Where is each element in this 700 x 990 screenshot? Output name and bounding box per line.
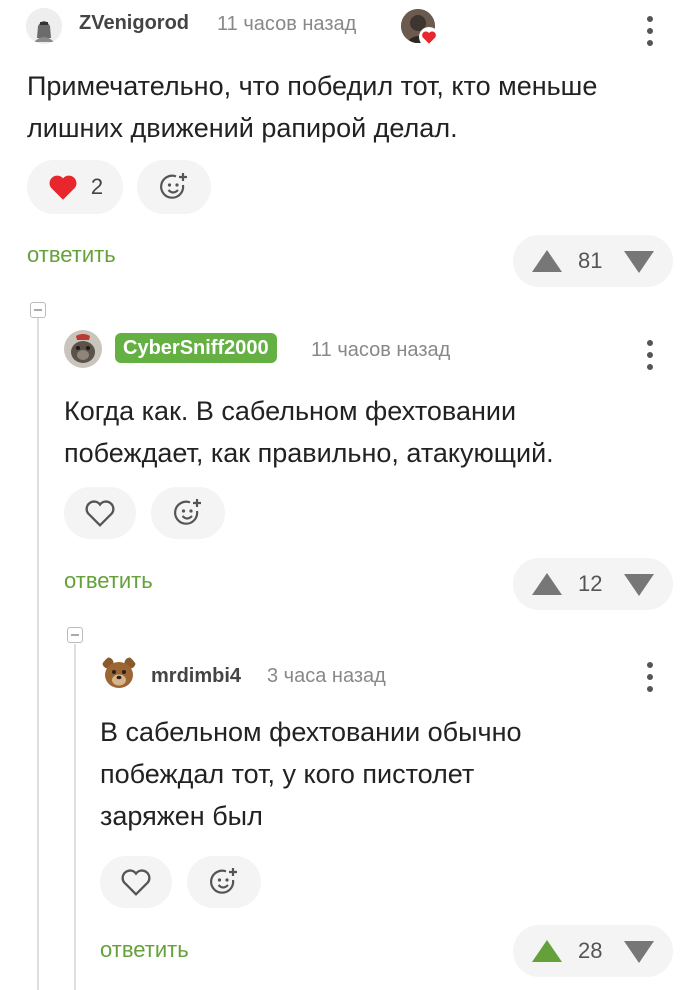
add-reaction-icon — [174, 499, 201, 525]
upvote-arrow-icon[interactable] — [531, 939, 563, 963]
username[interactable]: ZVenigorod — [79, 12, 189, 35]
username-badge[interactable]: CyberSniff2000 — [115, 333, 277, 363]
comment-text: Когда как. В сабельном фехтовании побежд… — [64, 396, 554, 468]
reply-link[interactable]: ответить — [100, 937, 189, 963]
add-reaction-button[interactable] — [151, 487, 225, 539]
rating-count: 28 — [578, 938, 603, 963]
add-reaction-icon — [160, 173, 187, 199]
downvote-arrow-icon[interactable] — [623, 250, 655, 274]
downvote-arrow-icon[interactable] — [623, 940, 655, 964]
user-avatar[interactable] — [100, 654, 138, 692]
add-reaction-button[interactable] — [187, 856, 261, 908]
add-reaction-button[interactable] — [137, 160, 211, 214]
upvote-arrow-icon[interactable] — [531, 572, 563, 596]
reply-link[interactable]: ответить — [27, 242, 116, 268]
rating-count: 12 — [578, 571, 603, 596]
like-button[interactable] — [100, 856, 172, 908]
like-heart-icon — [121, 869, 151, 896]
like-button[interactable] — [64, 487, 136, 539]
username[interactable]: mrdimbi4 — [151, 665, 241, 688]
rating-count: 81 — [578, 248, 603, 273]
comment-text: Примечательно, что победил тот, кто мень… — [27, 71, 598, 143]
reactor-avatar[interactable] — [401, 9, 439, 47]
vote-control: 81 — [513, 235, 673, 287]
more-menu-icon[interactable] — [647, 340, 653, 370]
like-count: 2 — [90, 174, 104, 199]
reply-link[interactable]: ответить — [64, 568, 153, 594]
like-button[interactable]: 2 — [27, 160, 123, 214]
heart-badge-icon — [419, 27, 439, 47]
add-reaction-icon — [210, 868, 237, 894]
collapse-thread-icon[interactable] — [30, 302, 46, 318]
comment-text: В сабельном фехтовании обычно побеждал т… — [100, 717, 522, 831]
thread-line[interactable] — [37, 312, 39, 990]
comment-time: 11 часов назад — [311, 339, 451, 361]
more-menu-icon[interactable] — [647, 16, 653, 46]
user-avatar[interactable] — [26, 8, 62, 44]
like-heart-icon — [49, 175, 77, 200]
comment-time: 11 часов назад — [217, 13, 357, 35]
downvote-arrow-icon[interactable] — [623, 573, 655, 597]
user-avatar[interactable] — [64, 330, 102, 368]
upvote-arrow-icon[interactable] — [531, 249, 563, 273]
more-menu-icon[interactable] — [647, 662, 653, 692]
comment-time: 3 часа назад — [267, 665, 386, 687]
collapse-thread-icon[interactable] — [67, 627, 83, 643]
like-heart-icon — [85, 500, 115, 527]
vote-control: 28 — [513, 925, 673, 977]
vote-control: 12 — [513, 558, 673, 610]
thread-line[interactable] — [74, 644, 76, 990]
